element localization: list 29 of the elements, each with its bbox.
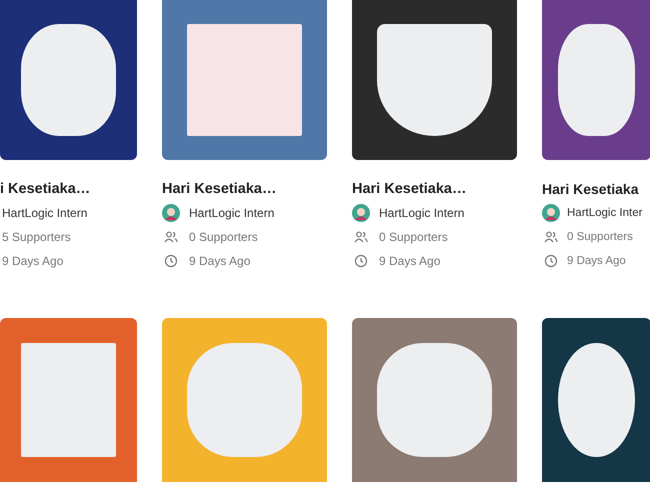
frame-image[interactable]	[542, 0, 650, 160]
clock-icon	[354, 254, 368, 268]
avatar-icon	[542, 204, 560, 222]
frame-image[interactable]	[0, 0, 137, 160]
supporters-count: 5 Supporters	[2, 230, 71, 244]
time-ago: 9 Days Ago	[189, 254, 250, 268]
card-title[interactable]: i Kesetiaka…	[0, 181, 137, 201]
frame-image[interactable]	[542, 318, 650, 482]
supporters-count: 0 Supporters	[379, 230, 448, 244]
author-name: HartLogic Intern	[379, 206, 464, 220]
clock-icon	[544, 254, 558, 268]
clock-icon	[164, 254, 178, 268]
users-icon	[544, 230, 558, 244]
time-ago: 9 Days Ago	[2, 254, 64, 268]
card-title[interactable]: Hari Kesetiaka	[542, 181, 650, 201]
frame-image[interactable]	[352, 0, 517, 160]
users-icon	[354, 230, 368, 244]
author-name: HartLogic Intern	[2, 206, 88, 220]
card-title[interactable]: Hari Kesetiaka…	[352, 181, 517, 201]
supporters-count: 0 Supporters	[189, 230, 258, 244]
avatar-icon	[352, 204, 370, 222]
author-name: HartLogic Intern	[189, 206, 274, 220]
supporters-count: 0 Supporters	[567, 231, 633, 243]
author-name: HartLogic Inter	[567, 207, 642, 219]
users-icon	[164, 230, 178, 244]
avatar-icon	[162, 204, 180, 222]
time-ago: 9 Days Ago	[567, 255, 626, 267]
time-ago: 9 Days Ago	[379, 254, 440, 268]
card-title[interactable]: Hari Kesetiaka…	[162, 181, 327, 201]
